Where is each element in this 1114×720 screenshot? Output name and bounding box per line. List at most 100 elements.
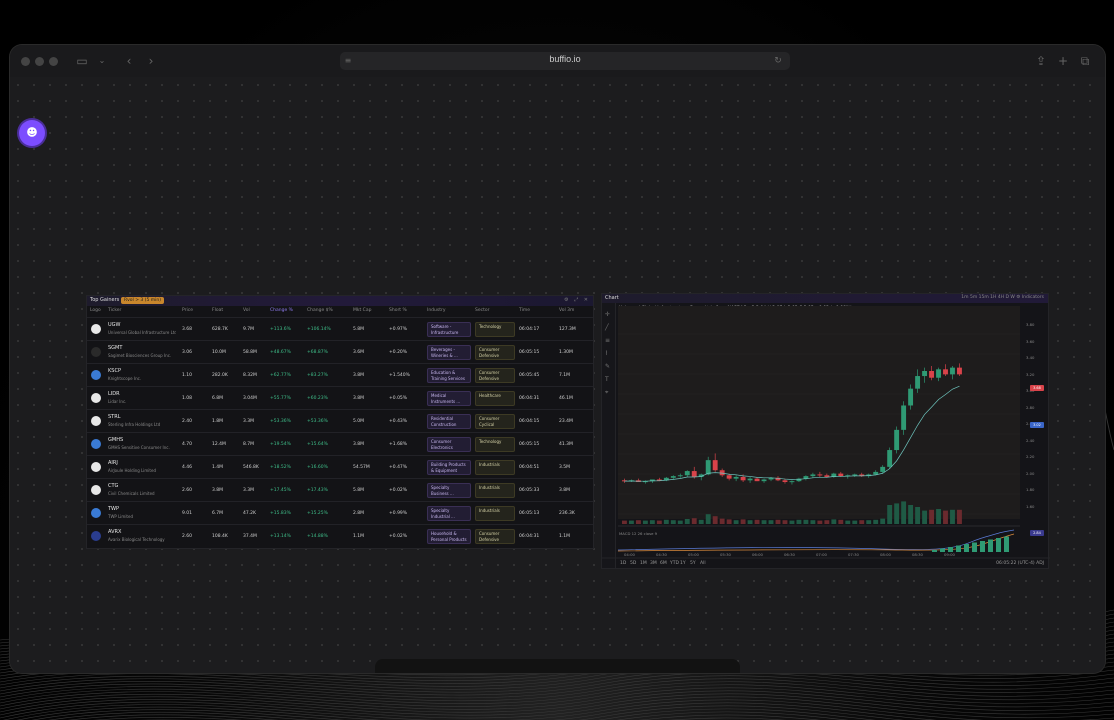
candle-body (950, 367, 955, 375)
company-logo (91, 324, 101, 334)
ticker-symbol[interactable]: TWP (108, 506, 119, 512)
change-cell: +15.83% (270, 511, 291, 516)
column-header[interactable]: Float (212, 308, 223, 313)
volume-bar (622, 520, 627, 524)
table-row[interactable]: LIDR Lidar Inc. 1.08 6.8M 3.04M +55.77% … (87, 386, 593, 409)
column-header[interactable]: Change $% (307, 308, 333, 313)
screener-panel[interactable]: Top Gainers Rvol > 3 (5 min) ⚙ ⤢ ✕ Logo T… (86, 295, 594, 549)
ticker-symbol[interactable]: STRL (108, 414, 121, 420)
close-window-button[interactable] (21, 57, 30, 66)
change-cell: +18.52% (270, 465, 291, 470)
ticker-symbol[interactable]: AVRX (108, 529, 121, 535)
table-row[interactable]: AIRJ AirJoule Holding Limited 4.46 1.4M … (87, 455, 593, 478)
vol3m-cell: 1.1M (559, 534, 571, 539)
float-cell: 3.8M (212, 488, 224, 493)
mktcap-cell: 5.0M (353, 419, 365, 424)
candle-body (670, 476, 676, 478)
table-row[interactable]: AVRX Avarix Biological Technology 2.60 1… (87, 524, 593, 547)
timeframe-button[interactable]: 5D (630, 561, 636, 566)
table-row[interactable]: KSCP Knightscope Inc. 1.10 282.0K 8.32M … (87, 363, 593, 386)
screener-title: Top Gainers (90, 297, 120, 303)
dock (375, 659, 740, 673)
sector-tag: Industrials (475, 506, 515, 521)
candle-body (677, 475, 683, 477)
filter-badge[interactable]: Rvol > 3 (5 min) (121, 297, 165, 304)
plus-icon[interactable]: + (1055, 53, 1071, 69)
price-cell: 1.10 (182, 373, 193, 378)
column-header[interactable]: Vol 3m (559, 308, 574, 313)
column-header[interactable]: Change % (270, 308, 293, 313)
company-logo (91, 531, 101, 541)
timeframe-button[interactable]: 1M (640, 561, 647, 566)
time-cell: 06:04:31 (519, 534, 540, 539)
macd-histogram-bar (964, 544, 969, 552)
ticker-symbol[interactable]: SGMT (108, 345, 122, 351)
minimize-window-button[interactable] (35, 57, 44, 66)
column-header[interactable]: Vol (243, 308, 250, 313)
zoom-window-button[interactable] (49, 57, 58, 66)
timeframe-button[interactable]: 1D (620, 561, 626, 566)
candlestick-chart[interactable] (602, 294, 1050, 570)
column-header[interactable]: Short % (389, 308, 407, 313)
change2-cell: +60.23% (307, 396, 328, 401)
avatar[interactable]: ☻ (19, 120, 45, 146)
column-header[interactable]: Industry (427, 308, 446, 313)
candle-body (936, 369, 941, 378)
volume-bar (803, 519, 809, 524)
candle-body (901, 405, 907, 430)
reload-icon[interactable]: ↻ (770, 53, 786, 69)
ticker-symbol[interactable]: LIDR (108, 391, 120, 397)
tabs-icon[interactable]: ⧉ (1077, 53, 1093, 69)
price-cell: 1.08 (182, 396, 193, 401)
price-cell: 4.46 (182, 465, 193, 470)
address-bar[interactable]: ≡ buffio.io ↻ (340, 52, 790, 70)
table-row[interactable]: GMHS GMHS Sensitive Consumer Inc. 4.70 1… (87, 432, 593, 455)
volume-cell: 9.7M (243, 327, 255, 332)
ticker-symbol[interactable]: CTG (108, 483, 118, 489)
table-row[interactable]: UGW Universal Global Infrastructure Ltd … (87, 317, 593, 340)
table-row[interactable]: CTG Civil Chemicals Limited 2.60 3.8M 3.… (87, 478, 593, 501)
column-header[interactable]: Sector (475, 308, 489, 313)
panel-controls-icon[interactable]: ⚙ ⤢ ✕ (564, 297, 590, 303)
ticker-symbol[interactable]: KSCP (108, 368, 121, 374)
ticker-symbol[interactable]: UGW (108, 322, 120, 328)
workspace-canvas[interactable]: ☻ Top Gainers Rvol > 3 (5 min) ⚙ ⤢ ✕ Log… (10, 77, 1105, 673)
chevron-left-icon[interactable]: ‹ (121, 53, 137, 69)
table-row[interactable]: TWP TWP Limited 9.01 6.7M 47.2K +15.83% … (87, 501, 593, 524)
column-header[interactable]: Mkt Cap (353, 308, 371, 313)
share-icon[interactable]: ⇪ (1033, 53, 1049, 69)
volume-bar (915, 507, 921, 524)
timeframe-button[interactable]: 3M (650, 561, 657, 566)
sidebar-icon[interactable]: ▭ (74, 53, 90, 69)
table-row[interactable]: SGMT Sagimet Biosciences Group Inc. 3.06… (87, 340, 593, 363)
ticker-symbol[interactable]: GMHS (108, 437, 123, 443)
column-header[interactable]: Price (182, 308, 193, 313)
timeframe-button[interactable]: 6M (660, 561, 667, 566)
column-header[interactable]: Time (519, 308, 530, 313)
timeframe-button[interactable]: 5Y (690, 561, 696, 566)
screener-header: Top Gainers Rvol > 3 (5 min) ⚙ ⤢ ✕ (87, 296, 593, 306)
company-logo (91, 347, 101, 357)
table-row[interactable]: STRL Sterling Infra Holdings Ltd 2.40 1.… (87, 409, 593, 432)
volume-cell: 3.04M (243, 396, 257, 401)
candle-body (817, 474, 823, 476)
timeframe-button[interactable]: 1Y (680, 561, 686, 566)
float-cell: 1.8M (212, 419, 224, 424)
timeframe-button[interactable]: YTD (670, 561, 679, 566)
column-header[interactable]: Logo (90, 308, 101, 313)
volume-bar (649, 520, 655, 524)
candle-body (824, 475, 830, 477)
timeframe-button[interactable]: All (700, 561, 706, 566)
volume-cell: 37.4M (243, 534, 257, 539)
candle-body (810, 474, 816, 477)
candle-body (838, 473, 844, 477)
ticker-symbol[interactable]: AIRJ (108, 460, 118, 466)
chevron-right-icon[interactable]: › (143, 53, 159, 69)
volume-bar (901, 501, 907, 524)
chevron-down-icon[interactable]: ⌄ (94, 53, 110, 69)
column-header[interactable]: Ticker (108, 308, 121, 313)
volume-bar (768, 520, 774, 524)
chart-panel[interactable]: Chart 1m 5m 15m 1H 4H D W ⚙ Indicators ✛… (601, 293, 1050, 570)
time-cell: 06:05:15 (519, 350, 540, 355)
price-tick-label: 1.60 (1026, 503, 1035, 509)
